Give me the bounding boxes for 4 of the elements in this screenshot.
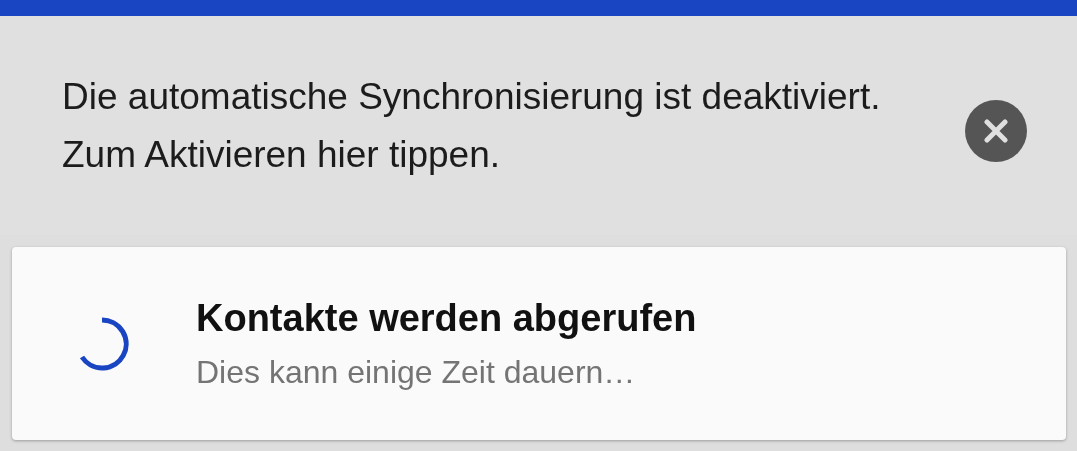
loading-title: Kontakte werden abgerufen — [196, 296, 697, 340]
loading-subtitle: Dies kann einige Zeit dauern… — [196, 353, 637, 391]
close-icon — [984, 118, 1008, 143]
sync-message: Die automatische Synchronisierung ist deaktiviert. Zum Aktivieren hier tippen. — [62, 74, 882, 177]
